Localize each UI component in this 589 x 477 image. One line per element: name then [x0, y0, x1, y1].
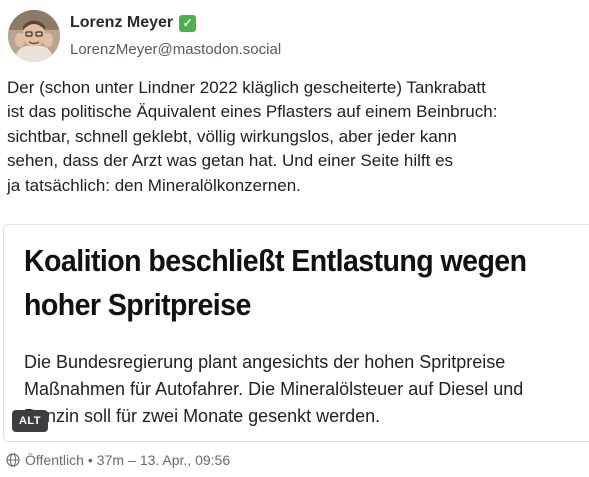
avatar[interactable] [8, 10, 60, 62]
relative-time[interactable]: 37m [97, 452, 124, 468]
post-line: ja tatsächlich: den Mineralölkonzernen. [7, 175, 301, 195]
headline-line: Koalition beschließt Entlastung wegen [24, 243, 527, 278]
author-name-row[interactable]: Lorenz Meyer ✓ [70, 14, 197, 32]
attachment-headline: Koalition beschließt Entlastung wegen ho… [24, 239, 589, 327]
meta-dash: – [128, 452, 136, 468]
globe-icon [6, 453, 20, 467]
visibility-label: Öffentlich [25, 452, 84, 468]
headline-line: hoher Spritpreise [24, 287, 251, 322]
post-text: Der (schon unter Lindner 2022 kläglich g… [7, 76, 582, 198]
post-line: Der (schon unter Lindner 2022 kläglich g… [7, 78, 486, 97]
post-meta: Öffentlich • 37m – 13. Apr., 09:56 [6, 452, 230, 468]
body-line: Maßnahmen für Autofahrer. Die Mineralöls… [24, 379, 524, 399]
post-header: Lorenz Meyer ✓ LorenzMeyer@mastodon.soci… [8, 10, 578, 66]
verified-icon: ✓ [179, 14, 197, 32]
avatar-photo-icon [8, 10, 60, 62]
body-line: Die Bundesregierung plant angesichts der… [24, 352, 506, 372]
author-name[interactable]: Lorenz Meyer [70, 14, 173, 32]
alt-text-button[interactable]: ALT [12, 410, 48, 432]
media-attachment[interactable]: Koalition beschließt Entlastung wegen ho… [3, 224, 589, 442]
body-line: Benzin soll für zwei Monate gesenkt werd… [24, 406, 381, 426]
post-line: sehen, dass der Arzt was getan hat. Und … [7, 151, 454, 171]
post-line: sichtbar, schnell geklebt, völlig wirkun… [7, 126, 457, 146]
author-handle[interactable]: LorenzMeyer@mastodon.social [70, 41, 281, 58]
attachment-body: Die Bundesregierung plant angesichts der… [24, 349, 589, 430]
post-line: ist das politische Äquivalent eines Pfla… [7, 102, 498, 122]
meta-separator: • [87, 452, 93, 468]
post-date[interactable]: 13. Apr., 09:56 [140, 452, 230, 468]
